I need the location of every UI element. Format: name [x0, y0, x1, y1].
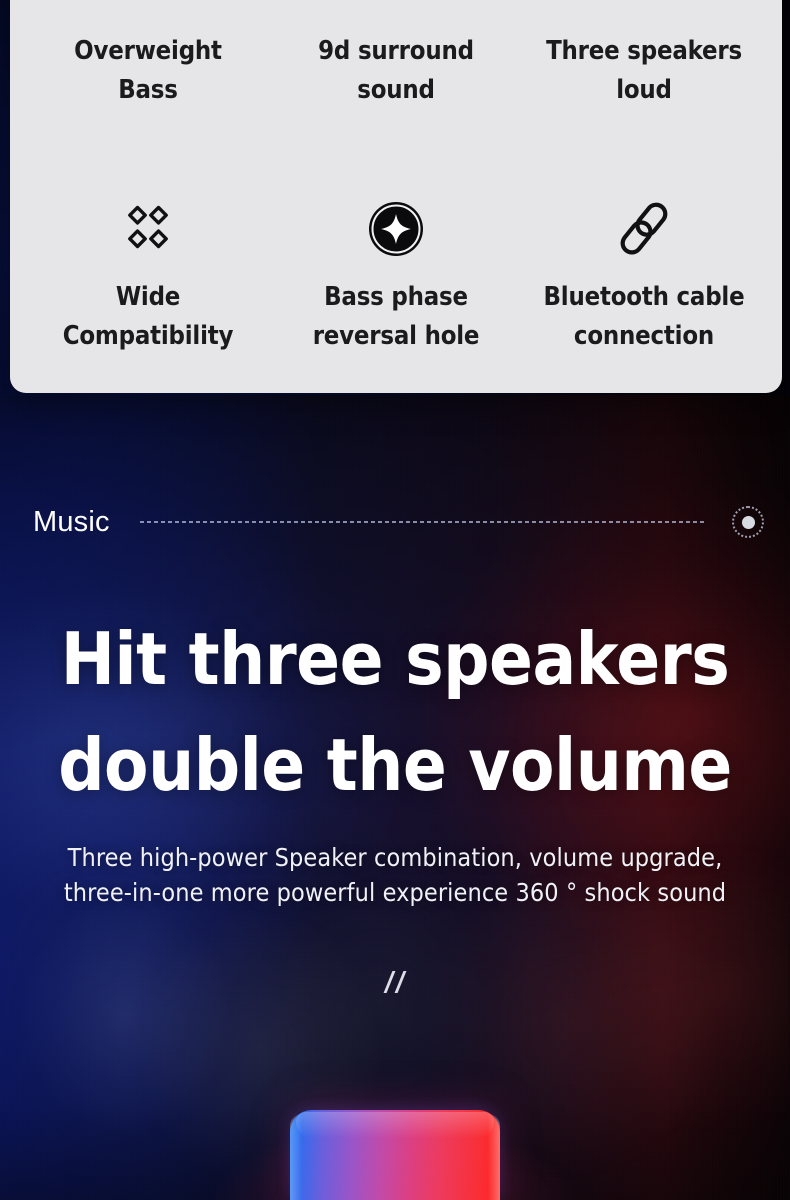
bluetooth-speaker-image: [290, 1110, 500, 1200]
dotted-circle-knob-icon: [732, 506, 764, 538]
double-slash-divider-icon: [0, 970, 790, 994]
feature-item-wide-compatibility: Wide Compatibility: [24, 198, 272, 356]
feature-grid: Overweight Bass 9d surround sound Three …: [24, 0, 768, 356]
feature-label: Bass phase reversal hole: [312, 282, 480, 351]
feature-card: Overweight Bass 9d surround sound Three …: [10, 0, 782, 393]
feature-item-bass-phase-reversal-hole: Bass phase reversal hole: [272, 198, 520, 356]
feature-label: Bluetooth cable connection: [543, 282, 745, 351]
slash-mark: [383, 971, 396, 993]
feature-label: Wide Compatibility: [62, 282, 234, 351]
feature-label: Overweight Bass: [74, 36, 222, 105]
product-landing-page: Overweight Bass 9d surround sound Three …: [0, 0, 790, 1200]
hero-section: Hit three speakers double the volume Thr…: [0, 606, 790, 994]
dotted-divider-icon: [139, 521, 706, 523]
feature-item-three-speakers-loud: Three speakers loud: [520, 0, 768, 110]
product-showcase: [0, 1070, 790, 1200]
hero-subtitle: Three high-power Speaker combination, vo…: [63, 843, 727, 907]
product-right-edge: [488, 1114, 500, 1200]
slash-mark: [394, 971, 407, 993]
feature-label: 9d surround sound: [318, 36, 474, 105]
four-petal-clover-icon: [117, 198, 179, 260]
section-title: Music: [33, 506, 110, 538]
chain-link-icon: [613, 198, 675, 260]
feature-item-9d-surround-sound: 9d surround sound: [272, 0, 520, 110]
hero-title: Hit three speakers double the volume: [58, 617, 732, 807]
knob-ring: [732, 506, 764, 538]
diamond-in-circle-icon: [365, 198, 427, 260]
feature-label: Three speakers loud: [546, 36, 742, 105]
feature-item-overweight-bass: Overweight Bass: [24, 0, 272, 110]
product-top-highlight: [296, 1112, 494, 1138]
section-header-music: Music: [33, 500, 764, 544]
feature-item-bluetooth-cable-connection: Bluetooth cable connection: [520, 198, 768, 356]
product-left-edge: [290, 1114, 302, 1200]
